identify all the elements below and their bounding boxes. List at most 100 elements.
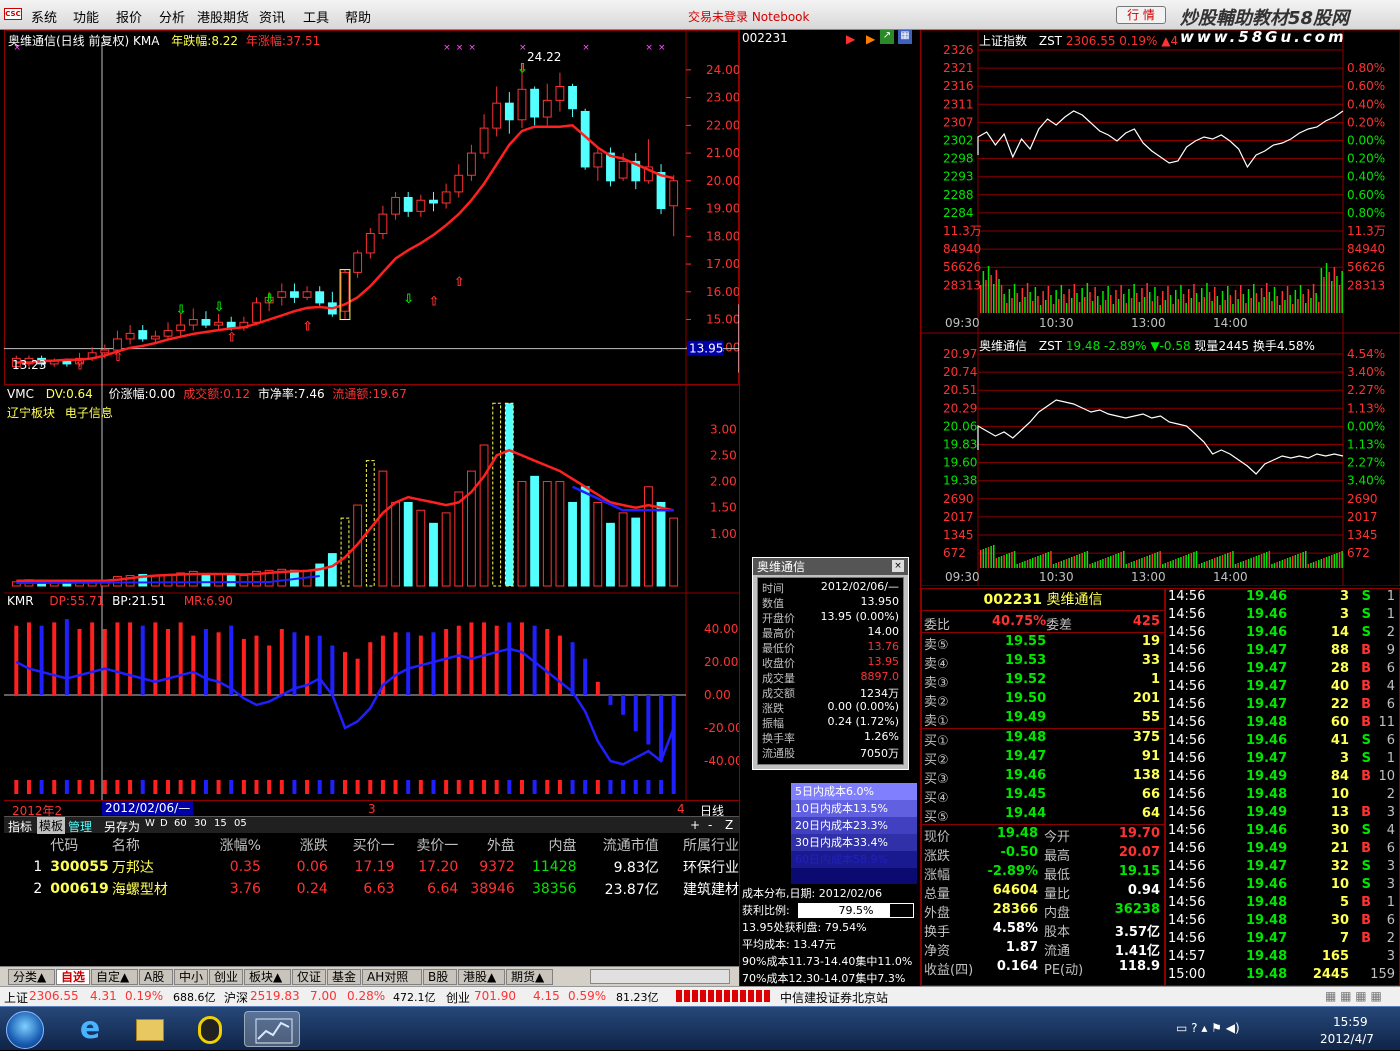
zoom-z-button[interactable]: Z [725, 818, 733, 832]
index-volume-bar [1273, 287, 1276, 313]
flag-icon[interactable]: ▶ [846, 32, 855, 46]
candle-body [555, 86, 565, 101]
tray-icons-left[interactable]: ▭ ? ▴ ⚑ ◀) [1176, 1021, 1240, 1035]
index-volume-bar [1190, 298, 1193, 313]
menu-item-info[interactable]: 资讯 [259, 7, 285, 26]
tab-8[interactable]: 基金 [327, 969, 361, 985]
tab-12[interactable]: 期货▲ [506, 969, 553, 985]
col-name[interactable]: 名称 [112, 834, 205, 856]
clock-time[interactable]: 15:59 [1333, 1015, 1368, 1029]
index-volume-bar [1214, 287, 1216, 313]
period-05[interactable]: 05 [234, 818, 247, 829]
col-chg[interactable]: 涨跌 [261, 834, 328, 856]
stock-volume-bar [990, 546, 992, 568]
tab-6[interactable]: 板块▲ [244, 969, 291, 985]
kmr-strip [128, 780, 133, 794]
index-volume-bar [985, 280, 987, 313]
tab-0[interactable]: 分类▲ [8, 969, 55, 985]
period-30[interactable]: 30 [194, 818, 207, 829]
zoom-in-button[interactable]: + [690, 818, 700, 832]
stock-volume-bar [1219, 556, 1221, 568]
kmr-strip [26, 780, 31, 794]
col-pct[interactable]: 涨幅% [204, 834, 261, 856]
kmr-strip [292, 780, 297, 794]
date-end: 4 [677, 802, 685, 816]
period-15[interactable]: 15 [214, 818, 227, 829]
table-row[interactable]: 1 300055 万邦达 0.35 0.06 17.19 17.20 9372 … [4, 856, 739, 878]
tab-4[interactable]: 中小 [174, 969, 208, 985]
start-button[interactable] [6, 1011, 44, 1049]
tab-2[interactable]: 自定▲ [91, 969, 138, 985]
stock-app-icon[interactable] [244, 1011, 300, 1047]
save-as-button[interactable]: 另存为 [104, 818, 140, 835]
col-inner[interactable]: 内盘 [515, 834, 577, 856]
index-volume-bar [1091, 301, 1094, 313]
candle-body [454, 174, 464, 193]
stock-min-title: 奥维通信 [979, 339, 1028, 353]
candle-body [530, 88, 540, 118]
col-outer[interactable]: 外盘 [458, 834, 515, 856]
popup-row-value: 1234万 [860, 687, 899, 700]
min-axis-left: 2017 [943, 510, 974, 524]
quote-mode-button[interactable]: 行 情 [1116, 6, 1166, 24]
clock-date[interactable]: 2012/4/7 [1320, 1032, 1374, 1046]
tab-7[interactable]: 仅证 [292, 969, 326, 985]
menu-item-help[interactable]: 帮助 [345, 7, 371, 26]
index-volume-bar [1016, 293, 1018, 313]
menu-item-tools[interactable]: 工具 [303, 7, 329, 26]
table-row[interactable]: 2 000619 海螺型材 3.76 0.24 6.63 6.64 38946 … [4, 878, 739, 900]
ie-icon[interactable]: e [62, 1011, 118, 1047]
tab-3[interactable]: A股 [139, 969, 173, 985]
chip-popup[interactable]: 奥维通信 × 时间 2012/02/06/— 数值 13.950 开盘价 13.95 (0… [752, 557, 909, 770]
kmr-bar [241, 638, 246, 695]
stock-volume-bar [1104, 558, 1107, 568]
tab-template[interactable]: 模板 [37, 817, 66, 834]
popup-row-value: 14.00 [867, 625, 900, 638]
period-60[interactable]: 60 [174, 818, 187, 829]
cost-date: 成本分布,日期: 2012/02/06 [742, 887, 883, 900]
menu-item-analysis[interactable]: 分析 [159, 7, 185, 26]
tab-9[interactable]: AH对照 [362, 969, 422, 985]
menu-item-function[interactable]: 功能 [73, 7, 99, 26]
row-chg: 0.24 [296, 881, 328, 897]
col-industry[interactable]: 所属行业 [659, 834, 739, 856]
sell-arrow-icon: ⇩ [214, 300, 225, 315]
signal-x-icon: × [468, 43, 476, 53]
minute-charts-svg[interactable]: 2326 2321 2316 2311 2307 2302 2298 2293 2288 2284… [921, 30, 1400, 586]
col-bid[interactable]: 买价一 [328, 834, 395, 856]
book-price: 19.46 [1005, 768, 1047, 783]
grid-icon[interactable]: ▦ [898, 30, 912, 44]
index-time-label: 10:30 [1039, 316, 1074, 330]
period-d[interactable]: D [160, 818, 168, 829]
stat-label-2: 量比 [1044, 887, 1071, 902]
popup-title: 奥维通信 [757, 560, 806, 574]
qq-icon[interactable] [182, 1011, 238, 1047]
close-icon[interactable]: × [892, 560, 904, 572]
sector-label[interactable]: 辽宁板块 [7, 406, 55, 420]
zoom-out-button[interactable]: - [708, 818, 712, 832]
industry-label[interactable]: 电子信息 [65, 406, 113, 420]
menu-item-hk-futures[interactable]: 港股期货 [197, 7, 249, 26]
menu-item-system[interactable]: 系统 [31, 7, 57, 26]
flag-icon-2[interactable]: ▶ [866, 32, 875, 46]
row-bid: 17.19 [354, 859, 395, 875]
tray-icons[interactable]: ▦ ▦ ▦ ▦ [1325, 989, 1382, 1003]
period-w[interactable]: W [145, 818, 155, 829]
col-code[interactable]: 代码 [50, 834, 112, 856]
login-status[interactable]: 交易未登录 Notebook [688, 8, 809, 25]
menu-item-quote[interactable]: 报价 [116, 7, 142, 26]
chart-icon[interactable]: ↗ [880, 30, 894, 44]
stat-label-2: 最高 [1044, 849, 1071, 864]
tick-list[interactable]: 14:56 19.46 3 S 1 14:56 19.46 3 S 1 14:56 19.46 14 S 2… [1165, 588, 1400, 986]
explorer-icon[interactable] [122, 1011, 178, 1047]
tab-1[interactable]: 自选 [56, 969, 90, 985]
stock-volume-bar [1156, 552, 1159, 568]
horizontal-scrollbar[interactable] [590, 969, 730, 984]
col-mcap[interactable]: 流通市值 [577, 834, 659, 856]
tab-10[interactable]: B股 [423, 969, 457, 985]
tab-11[interactable]: 港股▲ [458, 969, 505, 985]
tab-5[interactable]: 创业 [209, 969, 243, 985]
tab-indicator[interactable]: 指标 [8, 818, 32, 835]
col-ask[interactable]: 卖价一 [395, 834, 458, 856]
tab-manage[interactable]: 管理 [68, 818, 92, 835]
